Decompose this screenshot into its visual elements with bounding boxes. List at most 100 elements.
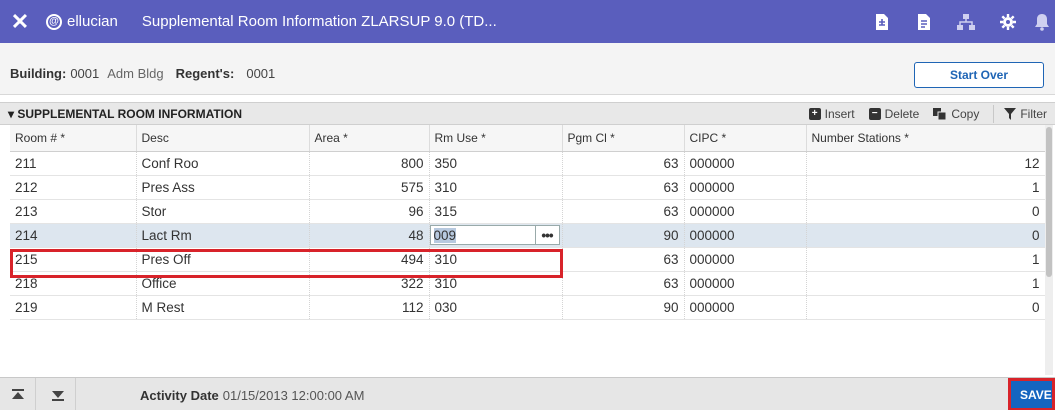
table-row[interactable]: 212 Pres Ass 575 310 63 000000 1 (10, 175, 1046, 200)
section-title[interactable]: ▾ SUPPLEMENTAL ROOM INFORMATION (8, 107, 242, 121)
cipc-cell[interactable]: 000000 (684, 151, 807, 176)
start-over-button[interactable]: Start Over (914, 62, 1044, 88)
filter-label: Filter (1020, 106, 1047, 121)
save-button[interactable]: SAVE (1008, 378, 1055, 410)
pgm-cl-cell[interactable]: 90 (562, 295, 685, 320)
rm-use-input-value: 009 (433, 227, 457, 243)
scrollbar-thumb[interactable] (1046, 127, 1052, 277)
column-header-pgm-cl[interactable]: Pgm Cl * (562, 125, 685, 152)
pgm-cl-cell[interactable]: 63 (562, 247, 685, 272)
pgm-cl-cell[interactable]: 63 (562, 175, 685, 200)
copy-label: Copy (951, 106, 980, 121)
insert-button[interactable]: + Insert (808, 107, 855, 121)
cipc-cell[interactable]: 000000 (684, 247, 807, 272)
copy-icon (933, 107, 947, 120)
desc-cell[interactable]: Pres Ass (136, 175, 310, 200)
room-cell[interactable]: 219 (10, 295, 137, 320)
area-cell[interactable]: 494 (309, 247, 430, 272)
column-header-room[interactable]: Room # * (10, 125, 137, 152)
area-cell[interactable]: 322 (309, 271, 430, 296)
vertical-scrollbar[interactable] (1045, 125, 1053, 375)
column-header-cipc[interactable]: CIPC * (684, 125, 807, 152)
pgm-cl-cell[interactable]: 63 (562, 199, 685, 224)
rm-use-cell[interactable]: 030 (429, 295, 563, 320)
desc-cell[interactable]: Office (136, 271, 310, 296)
plus-icon: + (808, 107, 821, 120)
related-icon[interactable] (945, 0, 987, 43)
rm-use-editor[interactable]: 009 ••• (429, 224, 560, 246)
brand: @ ellucian (46, 13, 118, 30)
table-row[interactable]: 213 Stor 96 315 63 000000 0 (10, 199, 1046, 224)
rm-use-cell[interactable]: 310 (429, 271, 563, 296)
document-icon[interactable] (861, 0, 903, 43)
pgm-cl-cell[interactable]: 90 (562, 223, 685, 248)
activity-date: Activity Date 01/15/2013 12:00:00 AM (140, 388, 364, 403)
stations-cell[interactable]: 1 (806, 271, 1046, 296)
last-record-button[interactable] (40, 378, 76, 410)
first-record-icon (11, 388, 24, 399)
area-cell[interactable]: 112 (309, 295, 430, 320)
notification-icon[interactable] (1029, 0, 1055, 43)
lookup-button[interactable]: ••• (535, 225, 560, 245)
area-cell[interactable]: 800 (309, 151, 430, 176)
room-cell[interactable]: 215 (10, 247, 137, 272)
desc-cell[interactable]: Lact Rm (136, 223, 310, 248)
column-header-desc[interactable]: Desc (136, 125, 310, 152)
cipc-cell[interactable]: 000000 (684, 271, 807, 296)
column-header-area[interactable]: Area * (309, 125, 430, 152)
page-title: Supplemental Room Information ZLARSUP 9.… (141, 13, 497, 30)
column-header-number-stations[interactable]: Number Stations * (806, 125, 1046, 152)
area-cell[interactable]: 48 (309, 223, 430, 248)
table-row[interactable]: 218 Office 322 310 63 000000 1 (10, 271, 1046, 296)
cipc-cell[interactable]: 000000 (684, 223, 807, 248)
desc-cell[interactable]: Pres Off (136, 247, 310, 272)
table-row[interactable]: 215 Pres Off 494 310 63 000000 1 (10, 247, 1046, 272)
app-header: ✕ @ ellucian Supplemental Room Informati… (0, 0, 1055, 43)
room-cell[interactable]: 212 (10, 175, 137, 200)
stations-cell[interactable]: 0 (806, 295, 1046, 320)
header-toolbar (861, 0, 1055, 43)
delete-button[interactable]: − Delete (868, 107, 919, 121)
report-icon[interactable] (903, 0, 945, 43)
room-cell[interactable]: 213 (10, 199, 137, 224)
table-row[interactable]: 211 Conf Roo 800 350 63 000000 12 (10, 151, 1046, 176)
regent-value: 0001 (246, 66, 276, 81)
close-icon[interactable]: ✕ (0, 0, 40, 43)
rm-use-cell[interactable]: 310 (429, 175, 563, 200)
stations-cell[interactable]: 1 (806, 247, 1046, 272)
column-header-rm-use[interactable]: Rm Use * (429, 125, 563, 152)
stations-cell[interactable]: 0 (806, 199, 1046, 224)
room-grid: Room # * Desc Area * Rm Use * Pgm Cl * C… (10, 125, 1046, 320)
room-cell[interactable]: 214 (10, 223, 137, 248)
table-row-selected[interactable]: 214 Lact Rm 48 009 ••• 90 000000 0 (10, 223, 1046, 248)
stations-cell[interactable]: 1 (806, 175, 1046, 200)
room-cell[interactable]: 218 (10, 271, 137, 296)
copy-button[interactable]: Copy (933, 107, 979, 121)
cipc-cell[interactable]: 000000 (684, 199, 807, 224)
area-cell[interactable]: 575 (309, 175, 430, 200)
first-record-button[interactable] (0, 378, 36, 410)
tools-icon[interactable] (987, 0, 1029, 43)
room-cell[interactable]: 211 (10, 151, 137, 176)
stations-cell[interactable]: 12 (806, 151, 1046, 176)
desc-cell[interactable]: M Rest (136, 295, 310, 320)
cipc-cell[interactable]: 000000 (684, 175, 807, 200)
stations-cell[interactable]: 0 (806, 223, 1046, 248)
filter-button[interactable]: Filter (1004, 107, 1047, 121)
desc-cell[interactable]: Conf Roo (136, 151, 310, 176)
table-row[interactable]: 219 M Rest 112 030 90 000000 0 (10, 295, 1046, 320)
rm-use-input[interactable]: 009 (429, 225, 536, 245)
building-value: 0001 (70, 66, 100, 81)
rm-use-cell[interactable]: 310 (429, 247, 563, 272)
rm-use-cell[interactable]: 315 (429, 199, 563, 224)
activity-date-value: 01/15/2013 12:00:00 AM (222, 388, 365, 403)
desc-cell[interactable]: Stor (136, 199, 310, 224)
rm-use-cell-editing[interactable]: 009 ••• (429, 223, 563, 248)
pgm-cl-cell[interactable]: 63 (562, 271, 685, 296)
rm-use-cell[interactable]: 350 (429, 151, 563, 176)
room-table: Room # * Desc Area * Rm Use * Pgm Cl * C… (10, 125, 1046, 320)
cipc-cell[interactable]: 000000 (684, 295, 807, 320)
area-cell[interactable]: 96 (309, 199, 430, 224)
toolbar-divider (993, 104, 995, 123)
pgm-cl-cell[interactable]: 63 (562, 151, 685, 176)
